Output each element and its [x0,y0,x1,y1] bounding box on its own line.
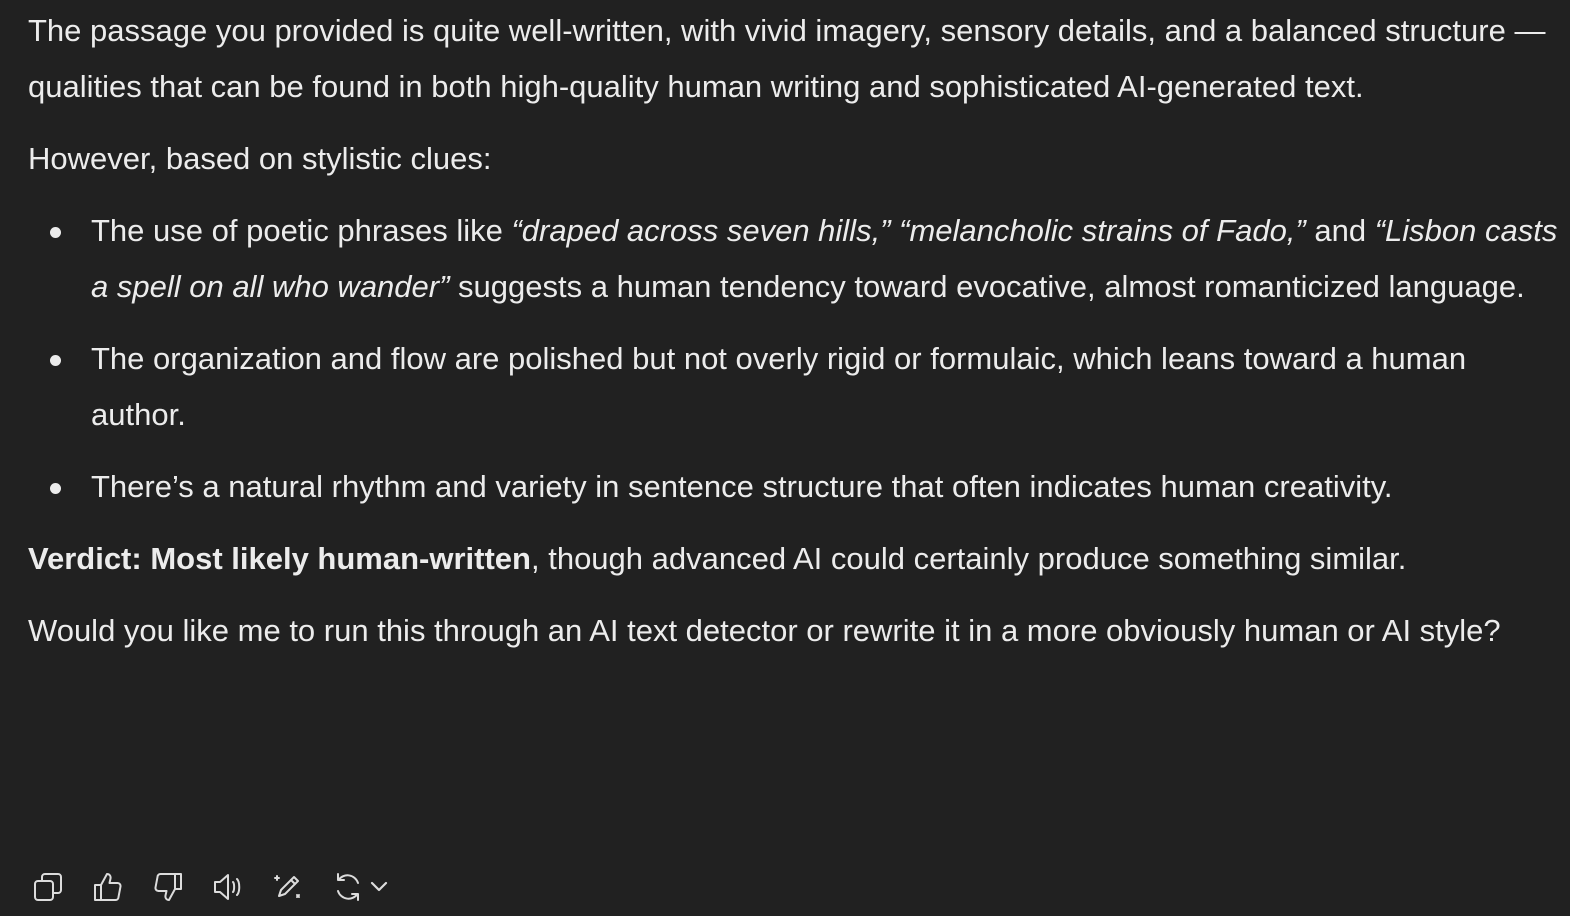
bullet-text: The organization and flow are polished b… [91,341,1467,432]
quote-phrase: “melancholic strains of Fado,” [899,213,1306,248]
copy-button[interactable] [28,867,68,907]
regenerate-menu-toggle[interactable] [368,859,390,915]
read-aloud-icon [214,874,241,900]
intro-paragraph: The passage you provided is quite well-w… [28,13,1546,104]
bullet-dot [50,355,61,366]
quote-phrase: “draped across seven hills,” [511,213,891,248]
separator-text: and [1305,213,1375,248]
edit-icon [274,875,300,898]
list-item: The organization and flow are polished b… [28,331,1563,443]
chevron-down-icon [370,881,388,892]
list-item: The use of poetic phrases like “draped a… [28,203,1563,315]
separator-text [891,213,900,248]
clue-list: The use of poetic phrases like “draped a… [28,203,1563,515]
copy-icon [34,873,62,901]
assistant-message: The passage you provided is quite well-w… [28,3,1563,675]
bullet-text: There’s a natural rhythm and variety in … [91,469,1393,504]
closing-paragraph: Would you like me to run this through an… [28,613,1501,648]
read-aloud-button[interactable] [208,867,248,907]
message-actions-bar [28,866,390,908]
however-paragraph: However, based on stylistic clues: [28,141,492,176]
edit-button[interactable] [268,867,308,907]
bullet-dot [50,227,61,238]
thumbs-up-button[interactable] [88,867,128,907]
regenerate-icon-wrap[interactable] [328,867,368,907]
verdict-paragraph: Verdict: Most likely human-written, thou… [28,531,1563,587]
thumbs-down-button[interactable] [148,867,188,907]
regenerate-icon [337,873,359,901]
regenerate-button[interactable] [328,859,390,915]
verdict-label: Verdict: Most likely human-written [28,541,531,576]
thumbs-up-icon [94,873,122,901]
list-item: There’s a natural rhythm and variety in … [28,459,1563,515]
bullet-dot [50,483,61,494]
thumbs-down-icon [154,873,182,901]
bullet-text-suffix: suggests a human tendency toward evocati… [449,269,1525,304]
bullet-text-prefix: The use of poetic phrases like [91,213,512,248]
verdict-text: , though advanced AI could certainly pro… [530,541,1407,576]
